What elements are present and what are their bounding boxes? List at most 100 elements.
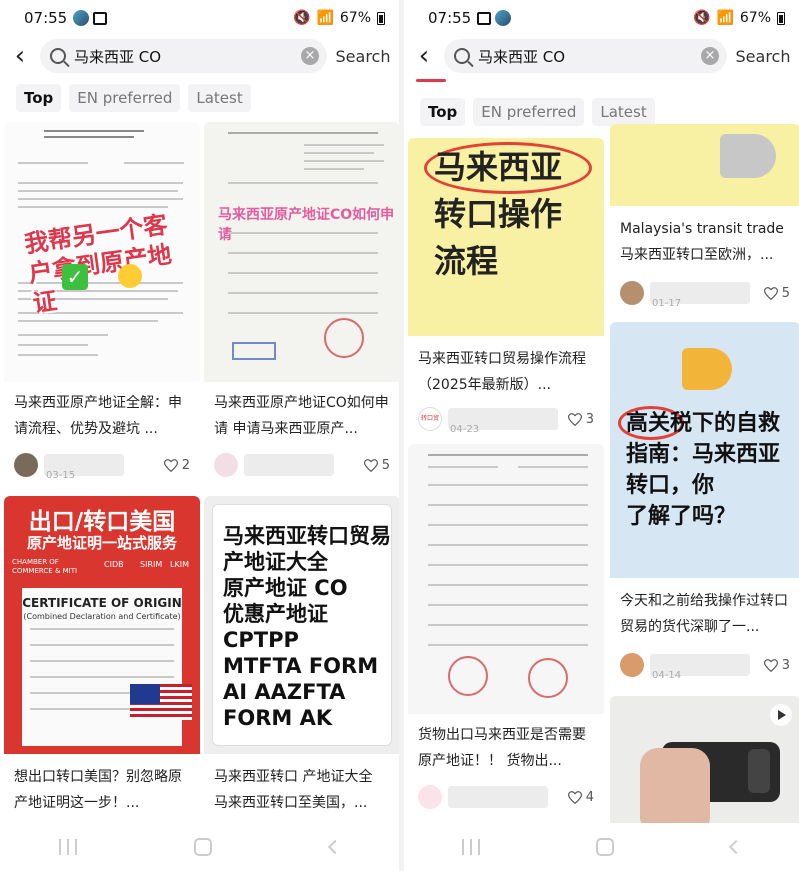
thumb-line: CPTPP xyxy=(223,628,299,652)
heart-icon xyxy=(567,790,582,804)
blue-stamp xyxy=(232,342,276,360)
heart-icon xyxy=(163,458,178,472)
post-card[interactable] xyxy=(610,696,799,826)
notification-avatar-icon xyxy=(73,10,90,26)
like-button[interactable]: 4 xyxy=(567,789,594,805)
filter-en-preferred[interactable]: EN preferred xyxy=(473,98,585,126)
right-screen: 07:55 🔇 📶 67% ‹ 马来西亚 CO × Search Top EN … xyxy=(404,0,799,871)
post-date: 04-23 xyxy=(450,424,480,435)
like-button[interactable]: 2 xyxy=(163,457,190,473)
thumb-line: 转口，你 xyxy=(626,473,715,498)
home-icon[interactable] xyxy=(194,838,213,856)
author-avatar[interactable] xyxy=(620,653,644,677)
post-overlay-title: 我帮另一个客户拿到原产地证 xyxy=(22,210,174,318)
post-meta: 03-15 2 xyxy=(14,450,190,481)
notification-avatar-icon xyxy=(495,10,512,26)
megaphone-icon xyxy=(720,134,776,178)
author-avatar[interactable] xyxy=(14,453,38,477)
post-card[interactable]: 出口/转口美国 原产地证明一站式服务 CHAMBER OF COMMERCE &… xyxy=(4,496,200,826)
like-count: 4 xyxy=(585,789,594,805)
search-input[interactable]: 马来西亚 CO × xyxy=(40,39,327,73)
post-meta: 4 xyxy=(418,782,594,812)
like-count: 3 xyxy=(585,411,594,427)
post-meta: 04-14 3 xyxy=(620,650,790,681)
scroll-indicator xyxy=(416,79,446,82)
post-card[interactable]: 马来西亚原产地证CO如何申请 马来西亚原产地证CO如何申请 申请马来西亚原产..… xyxy=(204,122,399,488)
battery-percent: 67% xyxy=(739,10,771,26)
filter-top[interactable]: Top xyxy=(420,98,466,126)
search-icon xyxy=(50,48,66,64)
search-query: 马来西亚 CO xyxy=(478,47,566,66)
author-avatar[interactable]: 转口贸易 xyxy=(418,407,442,431)
wifi-icon: 📶 xyxy=(316,10,334,26)
thumb-line: FORM AK xyxy=(223,706,333,730)
battery-percent: 67% xyxy=(339,10,371,26)
official-stamp xyxy=(324,318,364,358)
status-time: 07:55 xyxy=(428,9,472,27)
post-thumbnail xyxy=(610,124,799,206)
filter-latest[interactable]: Latest xyxy=(592,98,655,126)
author-avatar[interactable] xyxy=(214,453,238,477)
nav-back-icon[interactable] xyxy=(328,839,343,855)
thumb-line: 转口操作 xyxy=(434,195,563,233)
author-avatar[interactable] xyxy=(418,785,442,809)
filter-top[interactable]: Top xyxy=(16,84,62,112)
post-thumbnail: 出口/转口美国 原产地证明一站式服务 CHAMBER OF COMMERCE &… xyxy=(4,496,200,754)
like-button[interactable]: 3 xyxy=(763,657,790,673)
post-thumbnail: 马来西亚 转口操作 流程 xyxy=(408,138,604,336)
recents-icon[interactable] xyxy=(58,839,77,855)
post-card[interactable]: Malaysia's transit trade 马来西亚转口至欧洲，... 0… xyxy=(610,124,799,314)
thumb-line: 优惠产地证 xyxy=(223,602,328,626)
author-avatar[interactable] xyxy=(620,281,644,305)
like-button[interactable]: 5 xyxy=(763,286,790,301)
thumb-line: 产地证大全 xyxy=(223,550,328,574)
home-icon[interactable] xyxy=(596,838,615,856)
like-button[interactable]: 5 xyxy=(363,457,390,473)
post-card[interactable]: 货物出口马来西亚是否需要原产地证！！ 货物出... 4 xyxy=(408,444,604,824)
certificate-image: CERTIFICATE OF ORIGIN (Combined Declarat… xyxy=(22,588,182,746)
filter-tabs: Top EN preferred Latest xyxy=(0,84,399,112)
post-thumbnail xyxy=(610,696,799,826)
search-input[interactable]: 马来西亚 CO × xyxy=(444,39,727,73)
official-stamp xyxy=(448,656,488,696)
post-caption: 马来西亚转口贸易操作流程（2025年最新版）... xyxy=(418,351,586,393)
thumb-line: 指南：马来西亚 xyxy=(626,442,781,467)
post-date: 03-15 xyxy=(46,470,76,481)
like-count: 5 xyxy=(381,457,390,473)
filter-en-preferred[interactable]: EN preferred xyxy=(69,84,181,112)
post-card[interactable]: 马来西亚 转口操作 流程 马来西亚转口贸易操作流程（2025年最新版）... 转… xyxy=(408,138,604,438)
search-button[interactable]: Search xyxy=(327,47,399,66)
official-stamp xyxy=(528,658,568,698)
wifi-icon: 📶 xyxy=(716,10,734,26)
cidb-logo-label: CIDB xyxy=(104,560,124,569)
thumb-line: MTFTA FORM xyxy=(223,654,379,678)
heart-icon xyxy=(763,658,778,672)
search-button[interactable]: Search xyxy=(727,47,799,66)
clear-search-icon[interactable]: × xyxy=(301,47,319,65)
nav-back-icon[interactable] xyxy=(728,839,743,855)
post-card[interactable]: 高关税下的自救 指南：马来西亚 转口，你 了解了吗？ 今天和之前给我操作过转口贸… xyxy=(610,322,799,688)
certificate-subtitle: (Combined Declaration and Certificate) xyxy=(23,612,181,621)
post-card[interactable]: 我帮另一个客户拿到原产地证 ✓ 马来西亚原产地证全解：申请流程、优势及避坑 ..… xyxy=(4,122,200,488)
post-caption: 马来西亚转口 产地证大全 马来西亚转口至美国，... xyxy=(214,769,373,811)
megaphone-icon xyxy=(682,348,732,390)
post-meta: 5 xyxy=(214,450,390,480)
back-arrow-icon[interactable]: ‹ xyxy=(404,37,444,75)
like-button[interactable]: 3 xyxy=(567,411,594,427)
search-query: 马来西亚 CO xyxy=(74,47,162,66)
clear-search-icon[interactable]: × xyxy=(701,47,719,65)
like-count: 3 xyxy=(781,657,790,673)
recents-icon[interactable] xyxy=(462,839,481,855)
battery-icon xyxy=(777,11,785,25)
battery-icon xyxy=(377,11,385,25)
post-card[interactable]: 马来西亚转口贸易 产地证大全 原产地证 CO 优惠产地证 CPTPP MTFTA… xyxy=(204,496,399,826)
heart-icon xyxy=(763,286,778,300)
mute-icon: 🔇 xyxy=(693,10,711,26)
post-caption: 货物出口马来西亚是否需要原产地证！！ 货物出... xyxy=(418,727,586,769)
back-arrow-icon[interactable]: ‹ xyxy=(0,37,40,75)
search-icon xyxy=(454,48,470,64)
heart-icon xyxy=(567,412,582,426)
like-count: 2 xyxy=(181,457,190,473)
video-play-icon[interactable] xyxy=(770,704,792,726)
filter-latest[interactable]: Latest xyxy=(188,84,251,112)
